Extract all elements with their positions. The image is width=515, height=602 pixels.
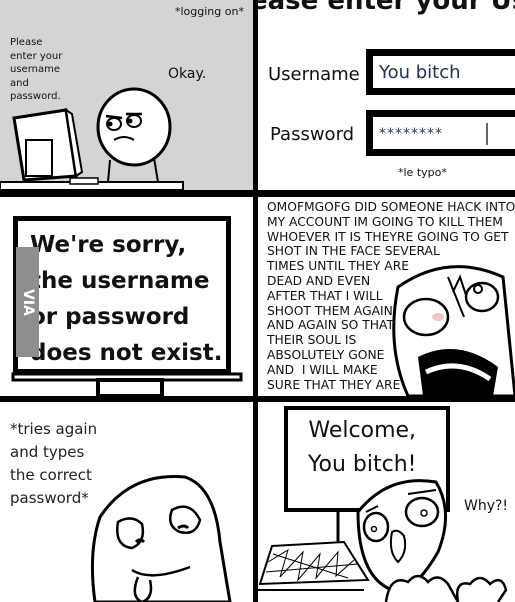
- caption-tries-again: *tries again and types the correct passw…: [10, 420, 98, 507]
- caption-logging-on: *logging on*: [175, 5, 244, 18]
- password-input[interactable]: ********: [366, 110, 515, 156]
- panel-rage: OMOFMGOFG DID SOMEONE HACK INTO MY ACCOU…: [258, 197, 515, 396]
- left-hand: [384, 574, 460, 602]
- speech-why: Why?!: [464, 498, 509, 514]
- screen-prompt-text: Please enter your username and password.: [10, 37, 63, 102]
- caption-le-typo: *le typo*: [398, 166, 447, 179]
- right-hand: [456, 576, 508, 602]
- keyboard-icon: [69, 177, 99, 185]
- panel-welcome: Welcome, You bitch! Why?!: [258, 402, 515, 602]
- keyboard-icon: [258, 540, 370, 586]
- monitor-stand: [96, 378, 164, 396]
- text-cursor: [486, 123, 488, 145]
- error-message: We're sorry, the username or password do…: [30, 232, 223, 366]
- password-label: Password: [270, 124, 355, 145]
- watermark-9gag: VIA 9GAG.COM: [0, 247, 39, 357]
- panel-error-screen: We're sorry, the username or password do…: [0, 197, 253, 396]
- username-value: You bitch: [379, 62, 461, 83]
- panel-logging-on: *logging on* Please enter your username …: [0, 0, 253, 190]
- password-value: ********: [379, 126, 443, 142]
- welcome-message: Welcome, You bitch!: [308, 418, 417, 477]
- username-input[interactable]: You bitch: [366, 49, 515, 95]
- speech-okay: Okay.: [168, 66, 207, 82]
- panel-login-form: ease enter your Use Username You bitch P…: [258, 0, 515, 190]
- panel-retry: *tries again and types the correct passw…: [0, 402, 253, 602]
- login-header-text: ease enter your Use: [258, 0, 515, 16]
- derp-face-icon: [90, 475, 232, 602]
- username-label: Username: [268, 64, 360, 85]
- rant-text: OMOFMGOFG DID SOMEONE HACK INTO MY ACCOU…: [267, 200, 515, 392]
